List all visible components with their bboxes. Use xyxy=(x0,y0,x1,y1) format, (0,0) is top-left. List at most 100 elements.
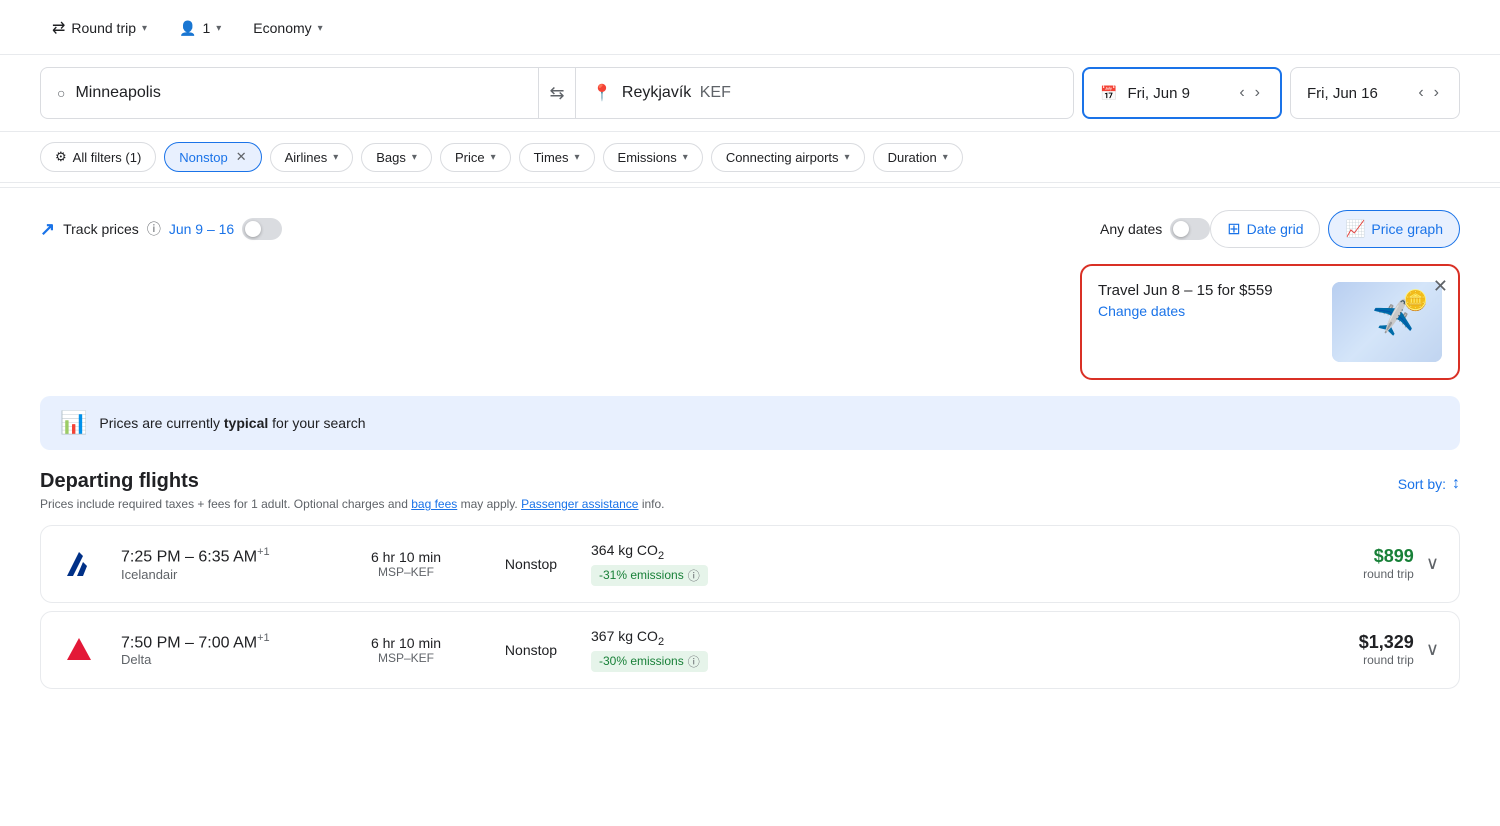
destination-field[interactable]: 📍 Reykjavík KEF xyxy=(575,67,1074,119)
delta-logo xyxy=(61,632,97,668)
person-icon: 👤 xyxy=(179,20,196,37)
filter-row: ⚙ All filters (1) Nonstop ✕ Airlines ▾ B… xyxy=(0,132,1500,183)
roundtrip-chevron: ▾ xyxy=(142,23,147,34)
flight-2-stops: Nonstop xyxy=(471,642,591,658)
bags-filter-button[interactable]: Bags ▾ xyxy=(361,143,432,172)
connecting-airports-label: Connecting airports xyxy=(726,150,839,165)
depart-prev-button[interactable]: ‹ xyxy=(1235,80,1248,106)
flight-2-airline: Delta xyxy=(121,652,341,667)
flight-1-duration: 6 hr 10 min MSP–KEF xyxy=(341,549,471,579)
price-graph-label: Price graph xyxy=(1371,221,1443,237)
origin-field[interactable]: ○ Minneapolis xyxy=(40,67,539,119)
any-dates-section: Any dates xyxy=(1100,218,1210,240)
return-date-field[interactable]: Fri, Jun 16 ‹ › xyxy=(1290,67,1460,119)
origin-icon: ○ xyxy=(57,85,65,101)
flight-1-stops: Nonstop xyxy=(471,556,591,572)
flights-section: Departing flights Sort by: ↕ Prices incl… xyxy=(0,450,1500,707)
return-nav: ‹ › xyxy=(1414,80,1443,106)
roundtrip-icon: ⇄ xyxy=(52,18,65,38)
depart-date-field[interactable]: 📅 Fri, Jun 9 ‹ › xyxy=(1082,67,1282,119)
flight-2-price: $1,329 round trip xyxy=(791,632,1414,667)
emissions-chevron: ▾ xyxy=(683,152,688,163)
depart-next-button[interactable]: › xyxy=(1251,80,1264,106)
any-dates-toggle[interactable] xyxy=(1170,218,1210,240)
flight-2-duration: 6 hr 10 min MSP–KEF xyxy=(341,635,471,665)
price-chevron: ▾ xyxy=(491,152,496,163)
times-filter-button[interactable]: Times ▾ xyxy=(519,143,595,172)
flight-2-emissions-badge: -30% emissions ⓘ xyxy=(591,651,708,672)
track-dates-toggle[interactable] xyxy=(242,218,282,240)
flight-2-times: 7:50 PM – 7:00 AM+1 Delta xyxy=(121,632,341,667)
nonstop-close-icon[interactable]: ✕ xyxy=(236,149,247,165)
times-chevron: ▾ xyxy=(575,152,580,163)
departing-flights-title: Departing flights xyxy=(40,470,199,493)
popup-title: Travel Jun 8 – 15 for $559 xyxy=(1098,282,1320,299)
price-popup-container: Travel Jun 8 – 15 for $559 Change dates … xyxy=(0,264,1500,380)
sort-button[interactable]: Sort by: ↕ xyxy=(1398,475,1460,493)
cabin-button[interactable]: Economy ▾ xyxy=(241,14,334,42)
airlines-filter-button[interactable]: Airlines ▾ xyxy=(270,143,354,172)
return-next-button[interactable]: › xyxy=(1430,80,1443,106)
change-dates-link[interactable]: Change dates xyxy=(1098,303,1185,319)
swap-button[interactable]: ⇆ xyxy=(539,67,575,119)
top-bar: ⇄ Round trip ▾ 👤 1 ▾ Economy ▾ xyxy=(0,0,1500,55)
airlines-label: Airlines xyxy=(285,150,328,165)
flight-1-emissions: 364 kg CO2 -31% emissions ⓘ xyxy=(591,542,791,586)
depart-nav: ‹ › xyxy=(1235,80,1264,106)
grid-icon: ⊞ xyxy=(1227,219,1240,239)
bags-chevron: ▾ xyxy=(412,152,417,163)
track-dates: Jun 9 – 16 xyxy=(169,221,234,237)
passengers-label: 1 xyxy=(202,20,210,36)
track-row: ↗ Track prices ⓘ Jun 9 – 16 Any dates ⊞ … xyxy=(0,192,1500,256)
flight-1-expand-button[interactable]: ∨ xyxy=(1426,553,1439,574)
flights-subtitle: Prices include required taxes + fees for… xyxy=(40,497,1460,511)
sort-icon: ↕ xyxy=(1452,475,1460,493)
chart-icon: 📈 xyxy=(1345,219,1365,239)
right-tools: ⊞ Date grid 📈 Price graph xyxy=(1210,210,1460,248)
flight-1-airline: Icelandair xyxy=(121,567,341,582)
trending-icon: ↗ xyxy=(40,219,55,240)
emissions-label: Emissions xyxy=(618,150,677,165)
nonstop-filter-button[interactable]: Nonstop ✕ xyxy=(164,142,261,172)
return-prev-button[interactable]: ‹ xyxy=(1414,80,1427,106)
popup-close-button[interactable]: ✕ xyxy=(1433,276,1448,297)
filter-icon: ⚙ xyxy=(55,149,67,165)
passenger-assistance-link[interactable]: Passenger assistance xyxy=(521,497,638,511)
flight-1-time: 7:25 PM – 6:35 AM+1 xyxy=(121,546,341,566)
return-date-value: Fri, Jun 16 xyxy=(1307,85,1378,102)
price-graph-button[interactable]: 📈 Price graph xyxy=(1328,210,1460,248)
flight-card-2[interactable]: 7:50 PM – 7:00 AM+1 Delta 6 hr 10 min MS… xyxy=(40,611,1460,689)
date-grid-button[interactable]: ⊞ Date grid xyxy=(1210,210,1320,248)
roundtrip-button[interactable]: ⇄ Round trip ▾ xyxy=(40,12,159,44)
destination-value: Reykjavík KEF xyxy=(622,84,731,102)
prices-icon: 📊 xyxy=(60,410,87,436)
info-icon[interactable]: ⓘ xyxy=(147,219,161,239)
flight-2-expand-button[interactable]: ∨ xyxy=(1426,639,1439,660)
icelandair-logo xyxy=(61,546,97,582)
flights-header: Departing flights Sort by: ↕ xyxy=(40,470,1460,493)
price-popup: Travel Jun 8 – 15 for $559 Change dates … xyxy=(1080,264,1460,380)
popup-illustration: 🪙 ✈️ xyxy=(1332,282,1442,362)
airlines-chevron: ▾ xyxy=(333,152,338,163)
duration-label: Duration xyxy=(888,150,937,165)
prices-banner: 📊 Prices are currently typical for your … xyxy=(40,396,1460,450)
bag-fees-link[interactable]: bag fees xyxy=(411,497,457,511)
all-filters-button[interactable]: ⚙ All filters (1) xyxy=(40,142,156,172)
bags-label: Bags xyxy=(376,150,406,165)
flight-card-1[interactable]: 7:25 PM – 6:35 AM+1 Icelandair 6 hr 10 m… xyxy=(40,525,1460,603)
passengers-button[interactable]: 👤 1 ▾ xyxy=(167,14,233,43)
connecting-airports-filter-button[interactable]: Connecting airports ▾ xyxy=(711,143,865,172)
calendar-icon: 📅 xyxy=(1100,85,1117,102)
date-grid-label: Date grid xyxy=(1247,221,1304,237)
nonstop-label: Nonstop xyxy=(179,150,227,165)
flight-2-emissions: 367 kg CO2 -30% emissions ⓘ xyxy=(591,628,791,672)
depart-date-value: Fri, Jun 9 xyxy=(1127,85,1190,102)
times-label: Times xyxy=(534,150,569,165)
emissions-filter-button[interactable]: Emissions ▾ xyxy=(603,143,703,172)
flight-2-time: 7:50 PM – 7:00 AM+1 xyxy=(121,632,341,652)
cabin-chevron: ▾ xyxy=(318,23,323,34)
cabin-label: Economy xyxy=(253,20,311,36)
duration-filter-button[interactable]: Duration ▾ xyxy=(873,143,963,172)
price-filter-button[interactable]: Price ▾ xyxy=(440,143,511,172)
origin-value: Minneapolis xyxy=(75,84,160,102)
